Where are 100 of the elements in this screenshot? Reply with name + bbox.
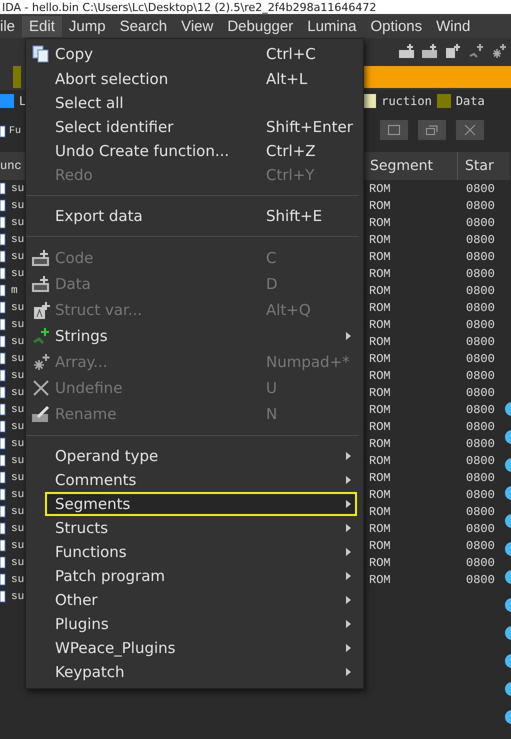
table-cell-text: 0800 [465,402,496,416]
asterisk-icon[interactable] [491,43,507,59]
menu-item[interactable]: ile [0,16,22,36]
function-name: su [11,370,24,382]
code-block-icon[interactable] [399,43,415,59]
table-cell-text: ROM [368,504,392,518]
function-name: su [11,438,24,450]
menu-item[interactable]: Patch program [26,564,363,588]
function-icon [0,402,6,417]
function-name: su [11,250,24,262]
cross-icon [32,379,50,397]
table-cell-text: 0800 [465,556,496,570]
function-icon [0,589,6,604]
menu-item[interactable]: Comments [26,468,363,492]
function-icon [0,538,6,553]
table-cell-text: 0800 [465,352,496,366]
table-cell-text: 0800 [465,522,496,536]
menu-item[interactable]: Wind [429,16,478,36]
menu-item[interactable]: Edit [22,16,62,36]
menu-item[interactable]: Functions [26,540,363,564]
table-cell-text: 0800 [465,538,496,552]
legend-label: L [19,94,26,108]
menu-item[interactable]: Export data Shift+E [26,204,363,228]
window-title: IDA - hello.bin C:\Users\Lc\Desktop\12 (2).5\re2_2f4b298a11646472 [2,0,376,14]
function-name: su [11,506,24,518]
function-name: su [11,556,24,568]
close-button[interactable] [456,120,484,140]
panel-tab[interactable]: Fu [9,126,22,136]
function-name: su [11,234,24,246]
function-name: su [11,404,24,416]
menu-item[interactable]: Segments [45,492,357,516]
menu-item[interactable]: Options [363,16,430,36]
strings-icon[interactable] [468,43,484,59]
navigation-band [13,66,21,88]
table-cell-text: ROM [368,368,392,382]
struct-icon[interactable] [445,43,461,59]
menu-item[interactable]: Operand type [26,444,363,468]
menu-item[interactable]: Other [26,588,363,612]
restore-button[interactable] [418,120,446,140]
function-icon [0,334,6,349]
table-cell-text: 0800 [465,488,496,502]
pencil-icon [30,404,50,424]
function-name: su [11,200,24,212]
table-cell-text: ROM [368,250,392,264]
table-cell-text: ROM [368,216,392,230]
table-cell-text: 0800 [465,572,496,586]
table-cell-text: 0800 [465,300,496,314]
data-block-icon [30,274,50,294]
menu-item[interactable]: Debugger [220,16,300,36]
menu-item[interactable]: Jump [62,16,113,36]
function-icon [0,124,6,138]
menu-item[interactable]: Undo Create function... Ctrl+Z [26,139,363,163]
menu-item[interactable]: Plugins [26,612,363,636]
table-cell-text: ROM [368,470,392,484]
function-icon [0,351,6,366]
menu-item[interactable]: Search [112,16,174,36]
menu-item[interactable]: Strings [26,323,363,349]
function-name: su [11,420,24,432]
function-icon [0,487,6,502]
function-name: su [11,574,24,586]
table-cell-text: ROM [368,420,392,434]
function-icon [0,385,6,400]
table-cell-text: ROM [368,488,392,502]
legend-label: Data [456,94,485,108]
table-cell-text: 0800 [465,266,496,280]
menu-item[interactable]: Copy Ctrl+C [26,41,363,67]
function-icon [0,215,6,230]
function-icon [0,521,6,536]
function-icon [0,368,6,383]
table-cell-text: ROM [368,386,392,400]
function-name: su [11,336,24,348]
function-name: su [11,318,24,330]
column-header[interactable]: Star [457,152,501,180]
table-cell-text: ROM [368,182,392,196]
function-name: su [11,540,24,552]
menu-item[interactable]: View [174,16,220,36]
menu-item[interactable]: Select identifier Shift+Enter [26,115,363,139]
function-icon [0,419,6,434]
table-cell-text: 0800 [465,386,496,400]
function-name: su [11,386,24,398]
table-cell-text: 0800 [465,182,496,196]
table-cell-text: 0800 [465,368,496,382]
function-icon [0,181,6,196]
menu-item[interactable]: Lumina [300,16,364,36]
table-cell-text: ROM [368,556,392,570]
function-icon [0,504,6,519]
table-cell-text: ROM [368,572,392,586]
menu-item[interactable]: Structs [26,516,363,540]
table-cell-text: ROM [368,538,392,552]
data-block-icon[interactable] [422,43,438,59]
function-icon [0,198,6,213]
function-icon [0,572,6,587]
menu-item[interactable]: Select all [26,91,363,115]
code-block-icon [30,248,50,268]
menu-item[interactable]: WPeace_Plugins [26,636,363,660]
function-icon [0,249,6,264]
function-name: su [11,454,24,466]
menu-item[interactable]: Keypatch [26,660,363,684]
table-cell-text: 0800 [465,250,496,264]
maximize-button[interactable] [380,120,408,140]
